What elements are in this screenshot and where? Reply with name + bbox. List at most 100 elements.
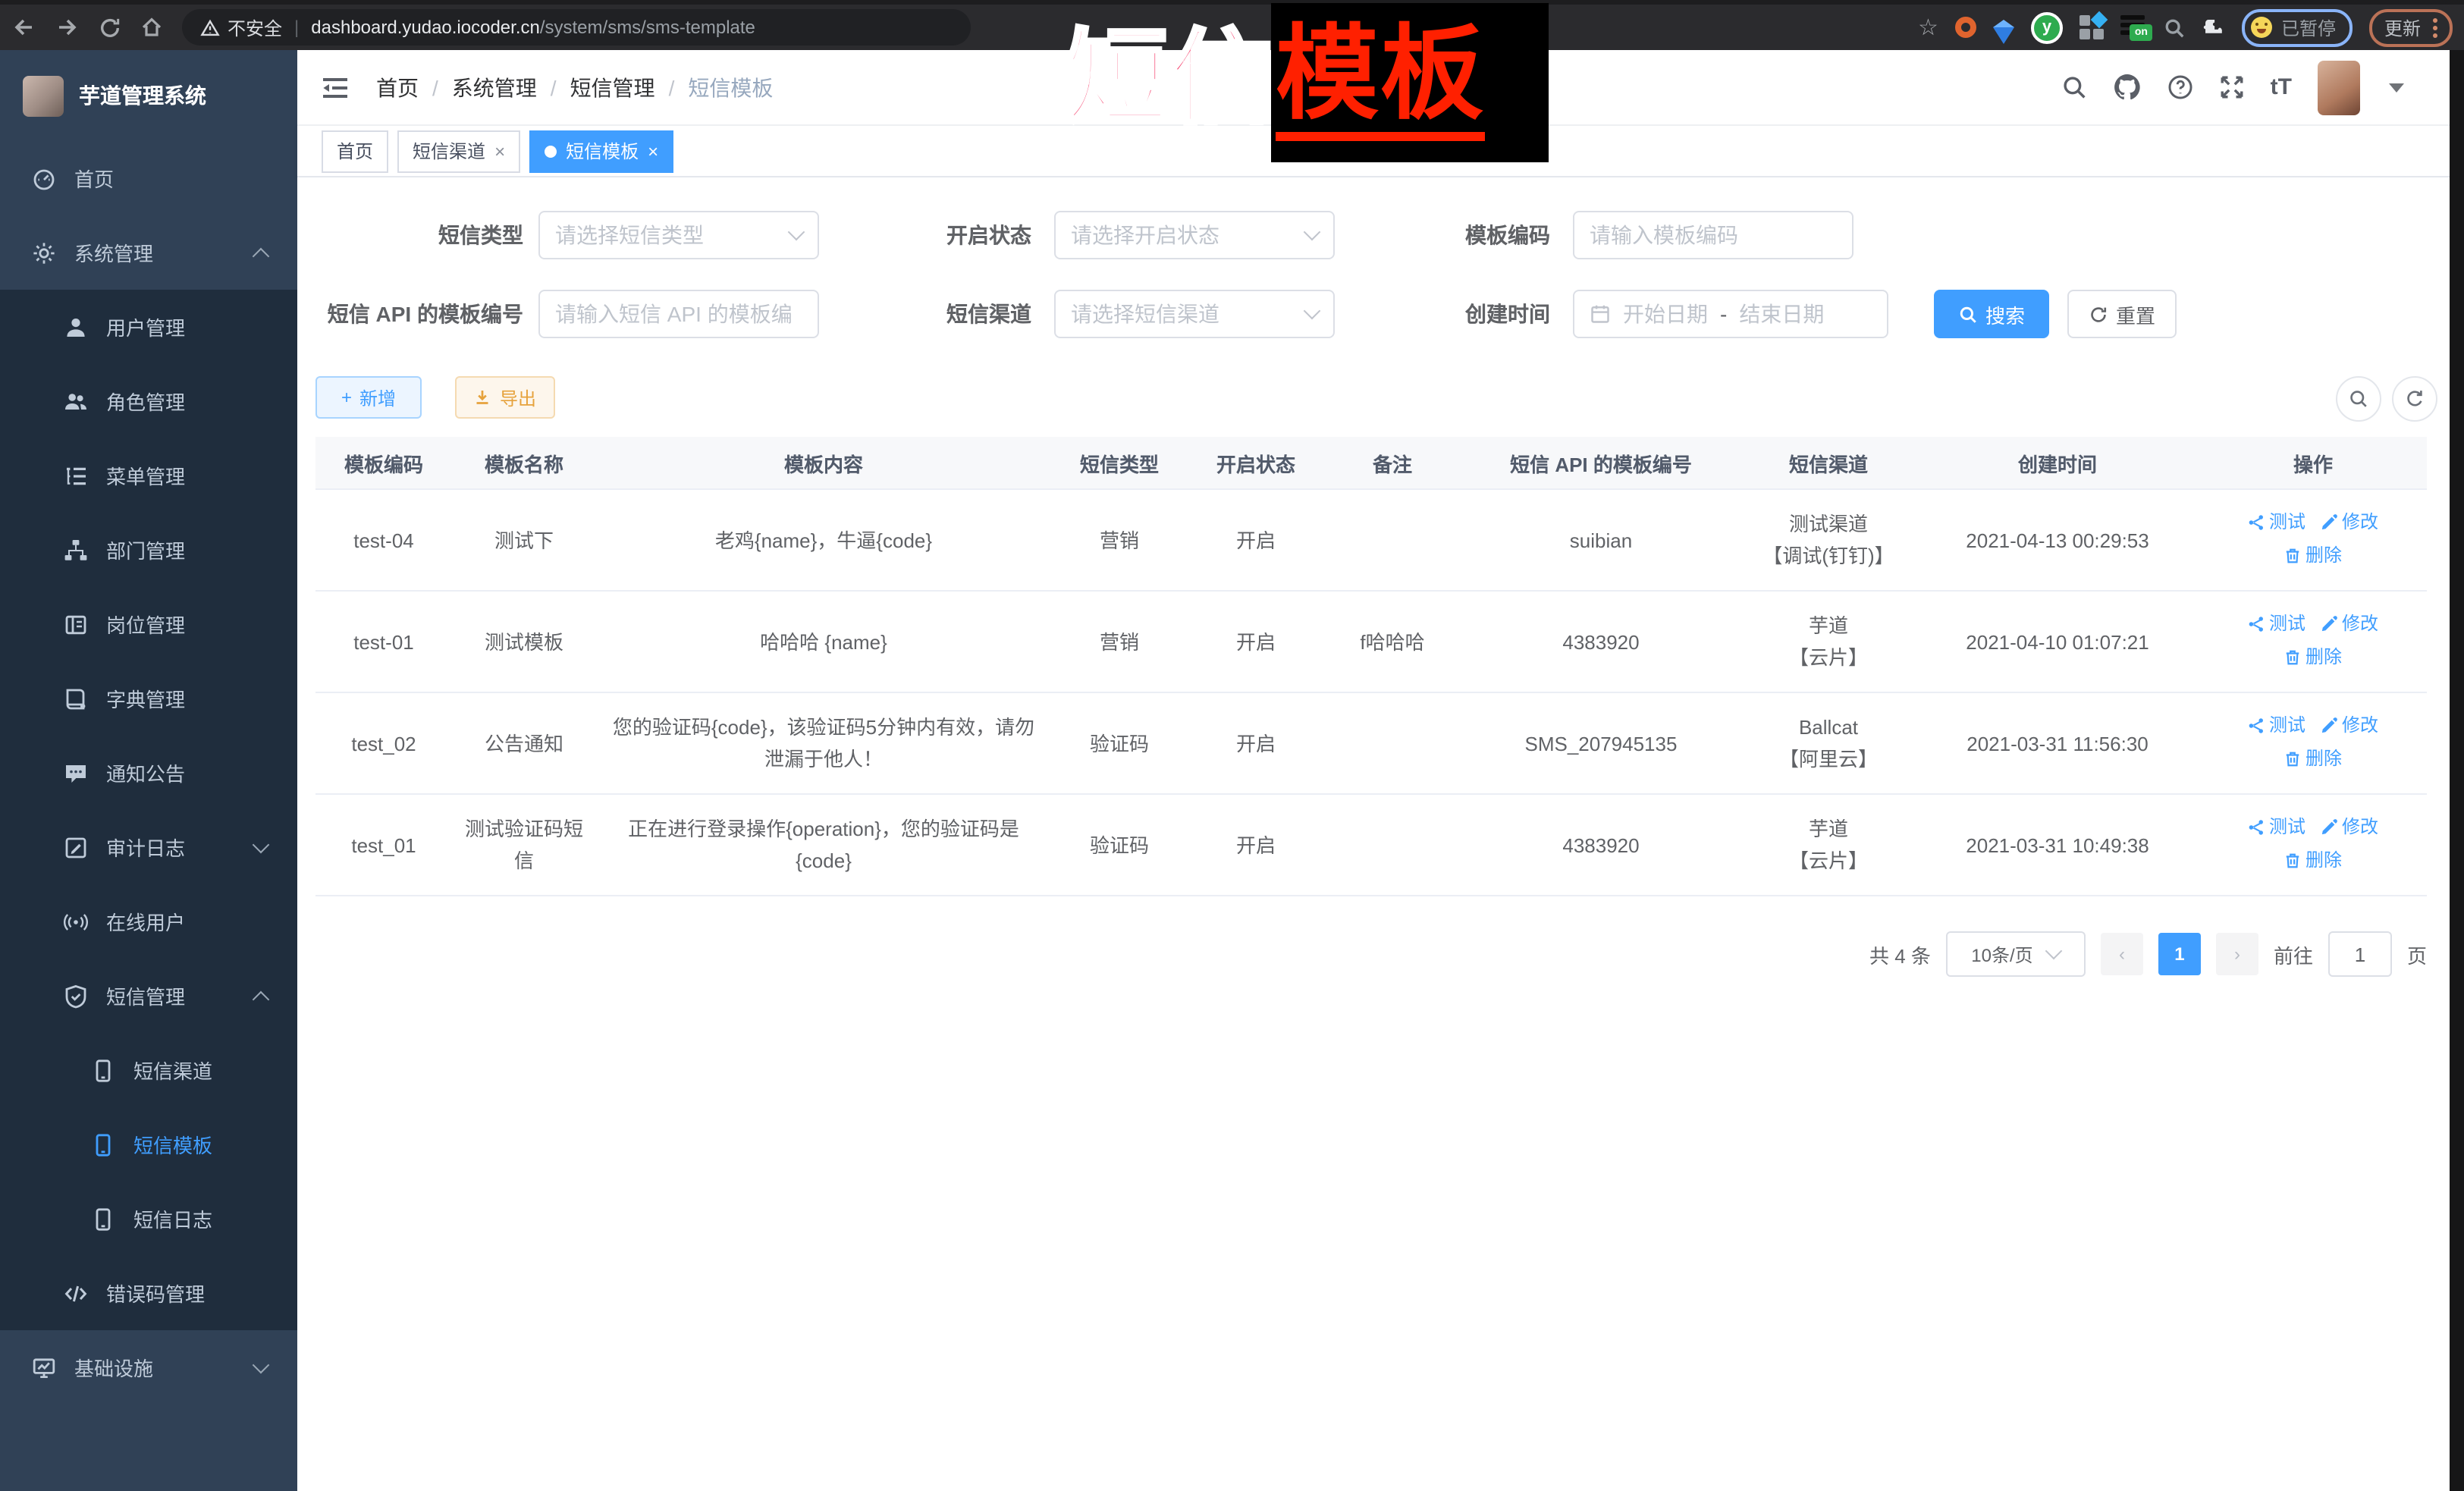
- api-template-id-input[interactable]: 请输入短信 API 的模板编: [538, 290, 819, 338]
- user-avatar[interactable]: [2318, 60, 2360, 115]
- sidebar-item-error-codes[interactable]: 错误码管理: [0, 1256, 297, 1330]
- extension-ring-icon[interactable]: [1955, 17, 1976, 38]
- extension-search-icon[interactable]: [2163, 16, 2186, 39]
- avatar-caret-icon[interactable]: [2389, 83, 2404, 92]
- sidebar-item-menus[interactable]: 菜单管理: [0, 438, 297, 513]
- emoji-face-icon: [2251, 17, 2272, 38]
- browser-home-icon[interactable]: [130, 9, 173, 46]
- extension-y-icon[interactable]: y: [2031, 11, 2063, 43]
- sidebar-item-sms-template[interactable]: 短信模板: [0, 1107, 297, 1182]
- extension-gem-icon[interactable]: [1993, 27, 2014, 43]
- browser-reload-icon[interactable]: [88, 9, 130, 46]
- browser-back-icon[interactable]: [3, 9, 46, 46]
- table-header-row: 模板编码 模板名称 模板内容 短信类型 开启状态 备注 短信 API 的模板编号…: [315, 437, 2427, 489]
- page-size-select[interactable]: 10条/页: [1946, 931, 2086, 977]
- window-edge-scrollbar[interactable]: [2450, 50, 2464, 1491]
- reset-button[interactable]: 重置: [2067, 290, 2177, 338]
- help-icon[interactable]: [2167, 74, 2193, 100]
- warning-triangle-icon: [200, 17, 220, 37]
- browser-update-button[interactable]: 更新: [2369, 8, 2453, 46]
- sidebar-item-sms-log[interactable]: 短信日志: [0, 1182, 297, 1256]
- browser-forward-icon[interactable]: [46, 9, 88, 46]
- test-link[interactable]: 测试: [2248, 811, 2305, 843]
- search-icon[interactable]: [2061, 74, 2087, 100]
- tab-sms-template[interactable]: 短信模板×: [529, 130, 673, 172]
- status-select[interactable]: 请选择开启状态: [1054, 211, 1335, 259]
- bookmark-star-icon[interactable]: ☆: [1918, 14, 1938, 41]
- font-size-icon[interactable]: tT: [2271, 74, 2292, 100]
- edit-link[interactable]: 修改: [2321, 608, 2378, 640]
- sidebar-item-infrastructure[interactable]: 基础设施: [0, 1330, 297, 1405]
- edit-link[interactable]: 修改: [2321, 710, 2378, 742]
- create-time-label: 创建时间: [1335, 290, 1550, 338]
- edit-link[interactable]: 修改: [2321, 507, 2378, 538]
- next-page-button[interactable]: ›: [2216, 933, 2258, 975]
- security-warning[interactable]: 不安全: [200, 14, 282, 40]
- refresh-table-button[interactable]: [2392, 376, 2437, 422]
- delete-link[interactable]: 删除: [2284, 743, 2342, 775]
- add-button[interactable]: + 新增: [315, 376, 422, 419]
- phone-icon: [91, 1132, 115, 1157]
- test-link[interactable]: 测试: [2248, 608, 2305, 640]
- sidebar-item-home[interactable]: 首页: [0, 141, 297, 215]
- date-range-picker[interactable]: 开始日期 - 结束日期: [1573, 290, 1888, 338]
- search-button[interactable]: 搜索: [1934, 290, 2049, 338]
- pagination: 共 4 条 10条/页 ‹ 1 › 前往 1 页: [1869, 931, 2427, 977]
- overlay-text-part1: 短信: [1065, 27, 1274, 130]
- users-icon: [64, 389, 88, 413]
- extensions-puzzle-icon[interactable]: [2202, 16, 2225, 39]
- extension-tabs-icon[interactable]: on: [2120, 15, 2146, 39]
- chevron-down-icon: [253, 837, 270, 854]
- paused-extension-pill[interactable]: 已暂停: [2242, 8, 2353, 46]
- tab-home[interactable]: 首页: [322, 130, 388, 172]
- breadcrumb-item[interactable]: 系统管理: [452, 72, 537, 102]
- test-link[interactable]: 测试: [2248, 710, 2305, 742]
- delete-link[interactable]: 删除: [2284, 845, 2342, 877]
- prev-page-button[interactable]: ‹: [2101, 933, 2143, 975]
- extension-grid-icon[interactable]: [2079, 15, 2104, 39]
- calendar-icon: [1590, 303, 1611, 325]
- github-icon[interactable]: [2113, 73, 2142, 102]
- export-button[interactable]: 导出: [455, 376, 555, 419]
- sidebar-item-dictionary[interactable]: 字典管理: [0, 661, 297, 736]
- breadcrumb-item[interactable]: 首页: [376, 72, 419, 102]
- hide-search-button[interactable]: [2336, 376, 2381, 422]
- close-icon[interactable]: ×: [494, 140, 505, 162]
- sidebar-item-audit-log[interactable]: 审计日志: [0, 810, 297, 884]
- sidebar-item-online-users[interactable]: 在线用户: [0, 884, 297, 959]
- goto-page-input[interactable]: 1: [2328, 931, 2392, 977]
- sidebar-collapse-icon[interactable]: [322, 75, 349, 99]
- sms-type-select[interactable]: 请选择短信类型: [538, 211, 819, 259]
- edit-link[interactable]: 修改: [2321, 811, 2378, 843]
- menu-dots-icon[interactable]: [2433, 17, 2437, 37]
- tab-sms-channel[interactable]: 短信渠道×: [397, 130, 520, 172]
- template-code-input[interactable]: 请输入模板编码: [1573, 211, 1853, 259]
- pencil-icon: [2321, 616, 2337, 632]
- sidebar-item-system[interactable]: 系统管理: [0, 215, 297, 290]
- pencil-icon: [2321, 717, 2337, 734]
- app-logo[interactable]: 芋道管理系统: [0, 50, 297, 141]
- page-number-1[interactable]: 1: [2158, 933, 2201, 975]
- sidebar-item-posts[interactable]: 岗位管理: [0, 587, 297, 661]
- api-template-id-label: 短信 API 的模板编号: [315, 290, 523, 338]
- code-icon: [64, 1281, 88, 1305]
- test-link[interactable]: 测试: [2248, 507, 2305, 538]
- sidebar-item-sms-channel[interactable]: 短信渠道: [0, 1033, 297, 1107]
- close-icon[interactable]: ×: [648, 140, 658, 162]
- sidebar-item-label: 菜单管理: [106, 461, 185, 490]
- overlay-black-box: 模板: [1271, 3, 1549, 162]
- table-row: test_01 测试验证码短信 正在进行登录操作{operation}，您的验证…: [315, 794, 2427, 896]
- paused-label: 已暂停: [2281, 14, 2336, 40]
- delete-link[interactable]: 删除: [2284, 540, 2342, 572]
- sidebar-item-users[interactable]: 用户管理: [0, 290, 297, 364]
- url-bar[interactable]: 不安全 | dashboard.yudao.iocoder.cn/system/…: [182, 9, 971, 46]
- breadcrumb-item[interactable]: 短信管理: [570, 72, 655, 102]
- sidebar-item-departments[interactable]: 部门管理: [0, 513, 297, 587]
- sidebar-item-sms[interactable]: 短信管理: [0, 959, 297, 1033]
- delete-link[interactable]: 删除: [2284, 642, 2342, 673]
- sidebar-item-notices[interactable]: 通知公告: [0, 736, 297, 810]
- fullscreen-icon[interactable]: [2219, 74, 2245, 100]
- channel-select[interactable]: 请选择短信渠道: [1054, 290, 1335, 338]
- sidebar-item-roles[interactable]: 角色管理: [0, 364, 297, 438]
- monitor-chart-icon: [32, 1355, 56, 1380]
